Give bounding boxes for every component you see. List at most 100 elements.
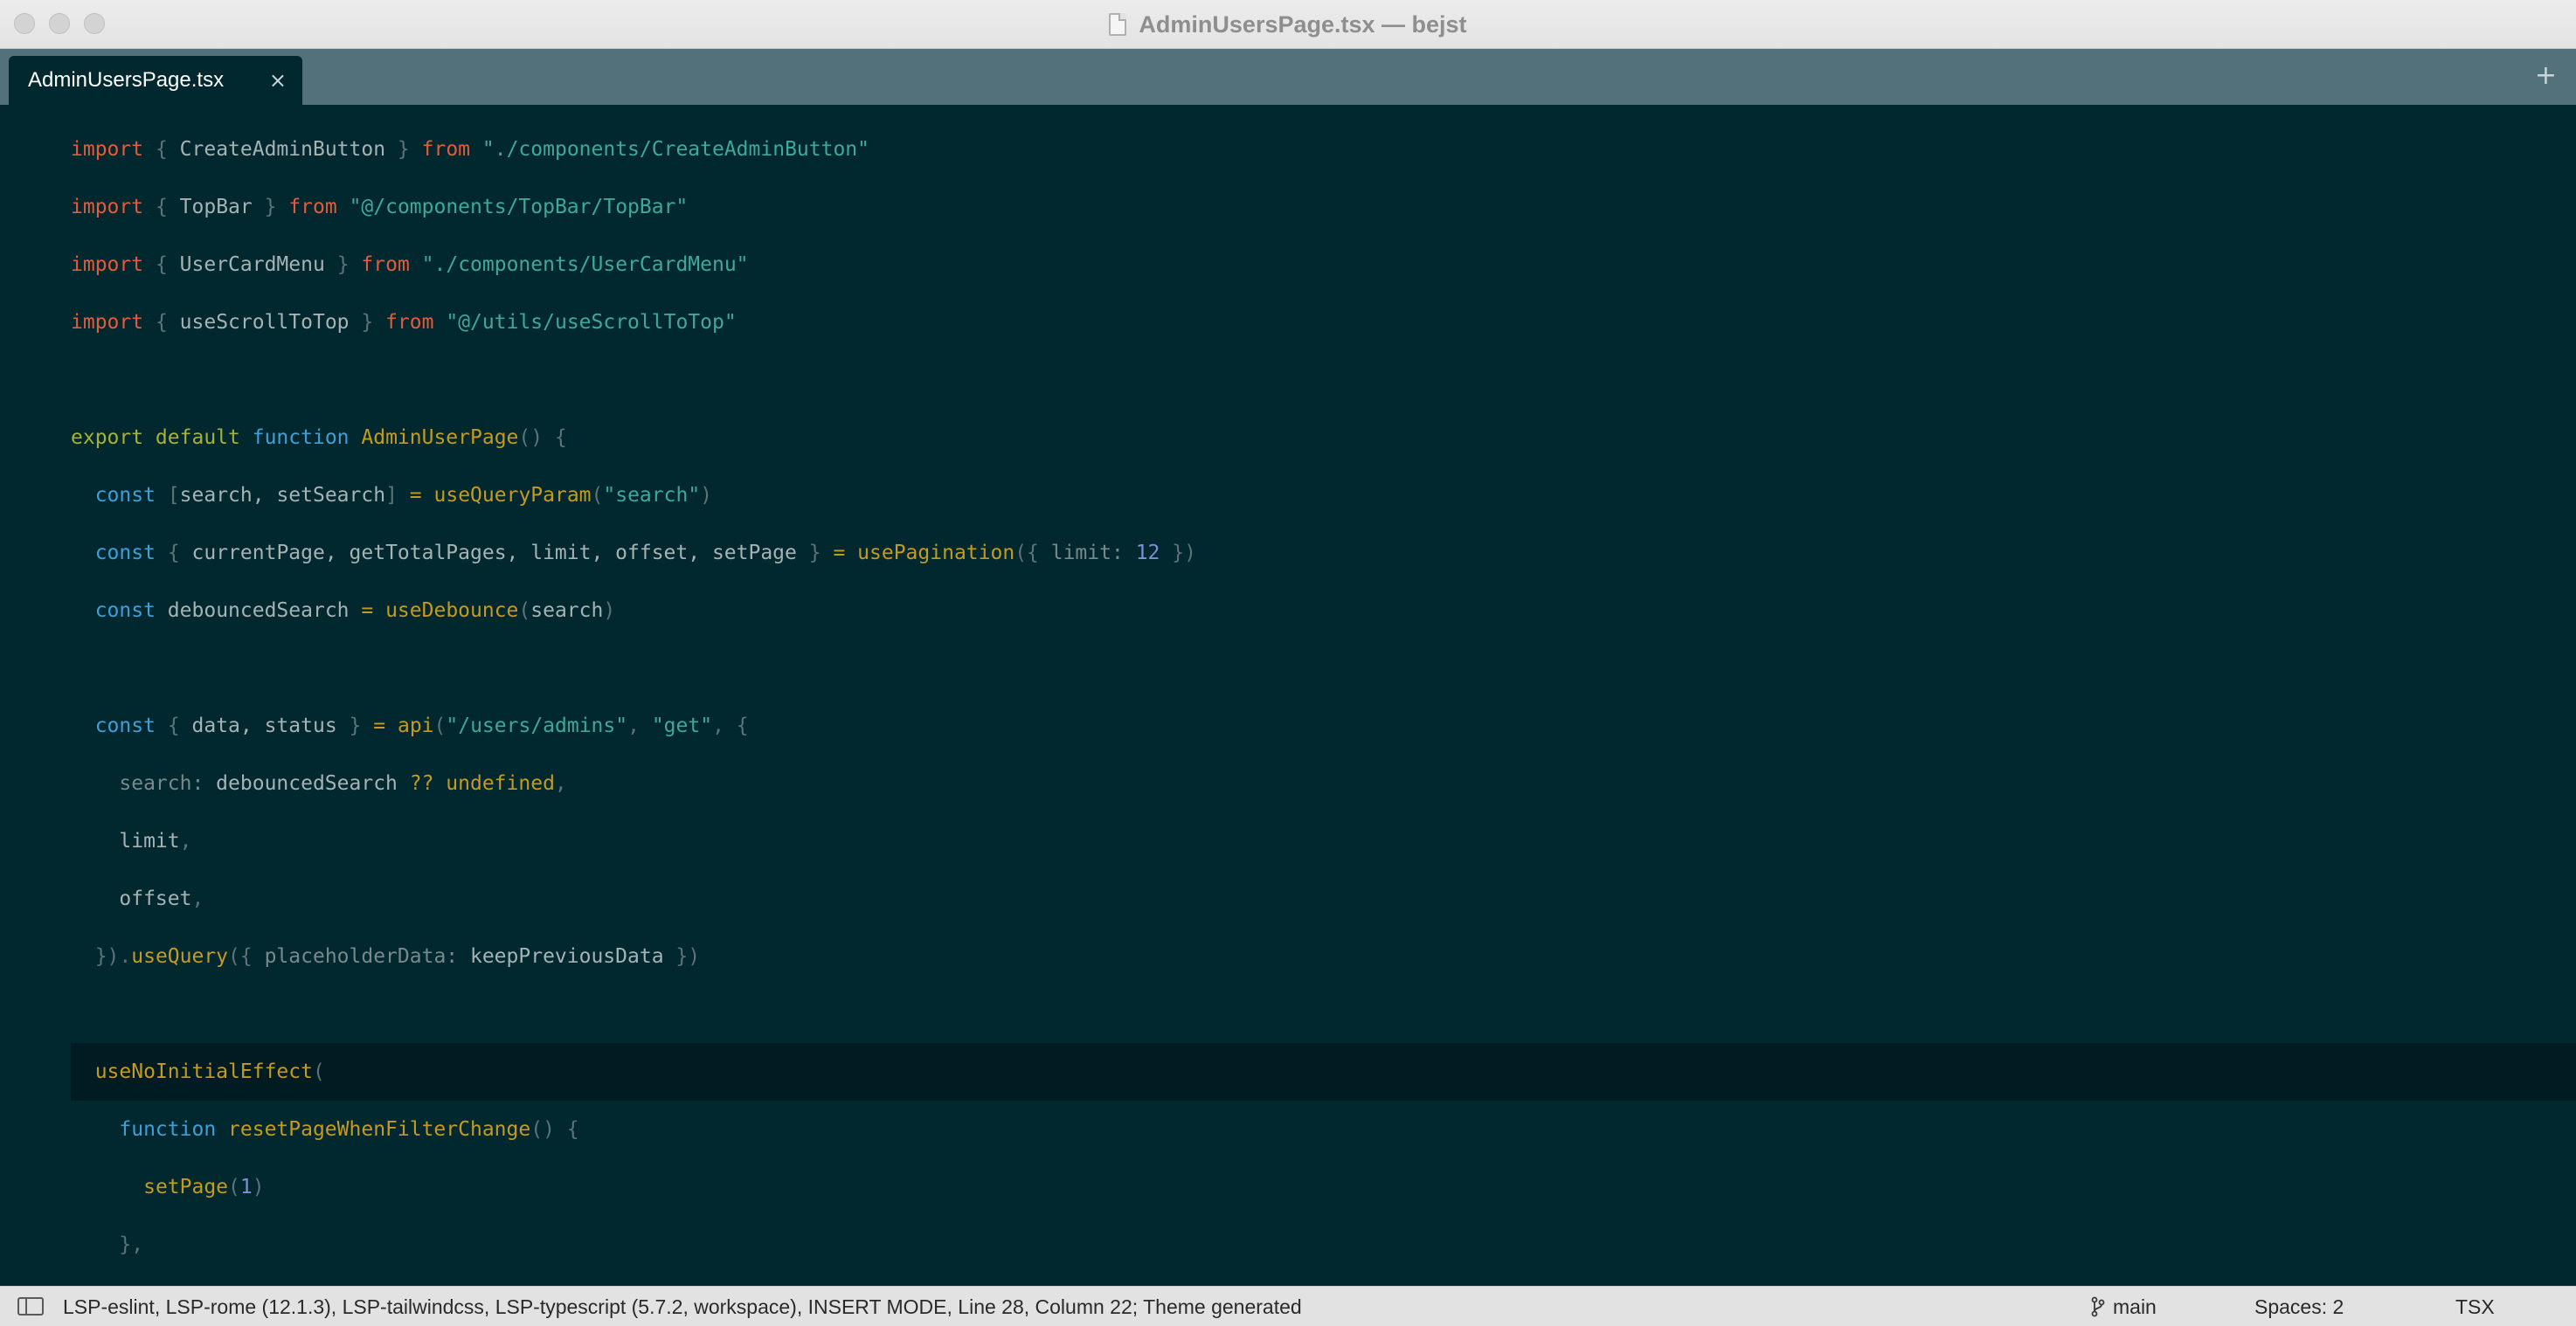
code-editor[interactable]: import { CreateAdminButton } from "./com… [0, 105, 2576, 1286]
indentation-setting[interactable]: Spaces: 2 [2254, 1287, 2344, 1326]
code-token: import [71, 138, 144, 161]
code-line[interactable] [71, 351, 2576, 409]
code-token: ) [252, 1176, 265, 1198]
code-token: debouncedSearch [155, 599, 362, 622]
code-line[interactable]: }).useQuery({ placeholderData: keepPrevi… [71, 928, 2576, 985]
code-line[interactable] [71, 985, 2576, 1043]
code-line[interactable]: import { CreateAdminButton } from "./com… [71, 121, 2576, 178]
code-token: ( [591, 484, 604, 507]
code-token: ({ [228, 945, 253, 968]
code-line[interactable]: const { currentPage, getTotalPages, limi… [71, 524, 2576, 582]
code-line[interactable]: import { UserCardMenu } from "./componen… [71, 236, 2576, 294]
code-token: , [627, 715, 640, 737]
code-line[interactable]: [search, limit] [71, 1274, 2576, 1286]
code-line[interactable]: setPage(1) [71, 1158, 2576, 1216]
code-line[interactable]: offset, [71, 870, 2576, 928]
code-token: }, [119, 1233, 144, 1256]
code-line[interactable]: const { data, status } = api("/users/adm… [71, 697, 2576, 755]
tab-label: AdminUsersPage.tsx [28, 68, 225, 92]
code-token: import [71, 253, 144, 276]
status-text: LSP-eslint, LSP-rome (12.1.3), LSP-tailw… [63, 1295, 1302, 1318]
code-token: search: [119, 772, 204, 795]
code-token: } [264, 196, 277, 218]
git-branch[interactable]: main [2090, 1287, 2157, 1326]
code-line[interactable]: }, [71, 1216, 2576, 1274]
sidebar-toggle-icon[interactable] [17, 1297, 44, 1316]
code-token: , [179, 830, 192, 853]
code-token: "@/utils/useScrollToTop" [446, 311, 737, 334]
code-token: ({ [1014, 542, 1039, 564]
code-token: ( [518, 599, 531, 622]
code-token: } [808, 542, 821, 564]
code-line[interactable]: const [search, setSearch] = useQueryPara… [71, 466, 2576, 524]
code-token: useScrollToTop [167, 311, 362, 334]
code-line[interactable]: import { TopBar } from "@/components/Top… [71, 178, 2576, 236]
code-token: { [155, 311, 168, 334]
code-token: const [94, 484, 156, 507]
code-token: function [252, 426, 350, 449]
code-token: offset [71, 887, 192, 910]
code-token: const [94, 715, 156, 737]
code-token: } [397, 138, 410, 161]
window-title-wrap: AdminUsersPage.tsx — bejst [0, 0, 2576, 49]
code-token: { [736, 715, 749, 737]
code-line[interactable] [71, 639, 2576, 697]
title-bar: AdminUsersPage.tsx — bejst [0, 0, 2576, 49]
code-line[interactable]: useNoInitialEffect( [71, 1043, 2576, 1101]
close-icon[interactable]: × [269, 68, 287, 93]
code-token: }) [675, 945, 701, 968]
code-token: } [336, 253, 350, 276]
code-line[interactable]: const debouncedSearch = useDebounce(sear… [71, 582, 2576, 639]
code-line[interactable]: export default function AdminUserPage() … [71, 409, 2576, 466]
code-token: currentPage, getTotalPages, limit, offse… [179, 542, 809, 564]
code-token: import [71, 196, 144, 218]
code-token: ( [433, 715, 447, 737]
code-token: () { [518, 426, 567, 449]
plus-icon[interactable]: + [2535, 61, 2557, 91]
code-token: debouncedSearch [204, 772, 410, 795]
branch-name: main [2113, 1295, 2157, 1318]
tab-adminuserspage[interactable]: AdminUsersPage.tsx × [9, 56, 302, 105]
code-line[interactable]: search: debouncedSearch ?? undefined, [71, 755, 2576, 812]
code-token: { [155, 196, 168, 218]
tab-bar: AdminUsersPage.tsx × + [0, 49, 2576, 105]
syntax-mode[interactable]: TSX [2455, 1287, 2495, 1326]
code-token: "./components/UserCardMenu" [421, 253, 749, 276]
code-token: placeholderData: [252, 945, 459, 968]
code-line[interactable]: import { useScrollToTop } from "@/utils/… [71, 294, 2576, 351]
code-line[interactable]: limit, [71, 812, 2576, 870]
code-token: useQueryParam [433, 484, 592, 507]
code-token: search, setSearch [179, 484, 386, 507]
code-token: = [373, 715, 386, 737]
code-token: { [155, 138, 168, 161]
code-token: { [155, 253, 168, 276]
code-token: [ [167, 484, 180, 507]
code-line[interactable]: function resetPageWhenFilterChange() { [71, 1101, 2576, 1158]
code-token: "get" [651, 715, 713, 737]
code-token: import [71, 311, 144, 334]
code-token: data, status [179, 715, 350, 737]
editor-window: AdminUsersPage.tsx — bejst AdminUsersPag… [0, 0, 2576, 1326]
code-token: ( [228, 1176, 240, 1198]
